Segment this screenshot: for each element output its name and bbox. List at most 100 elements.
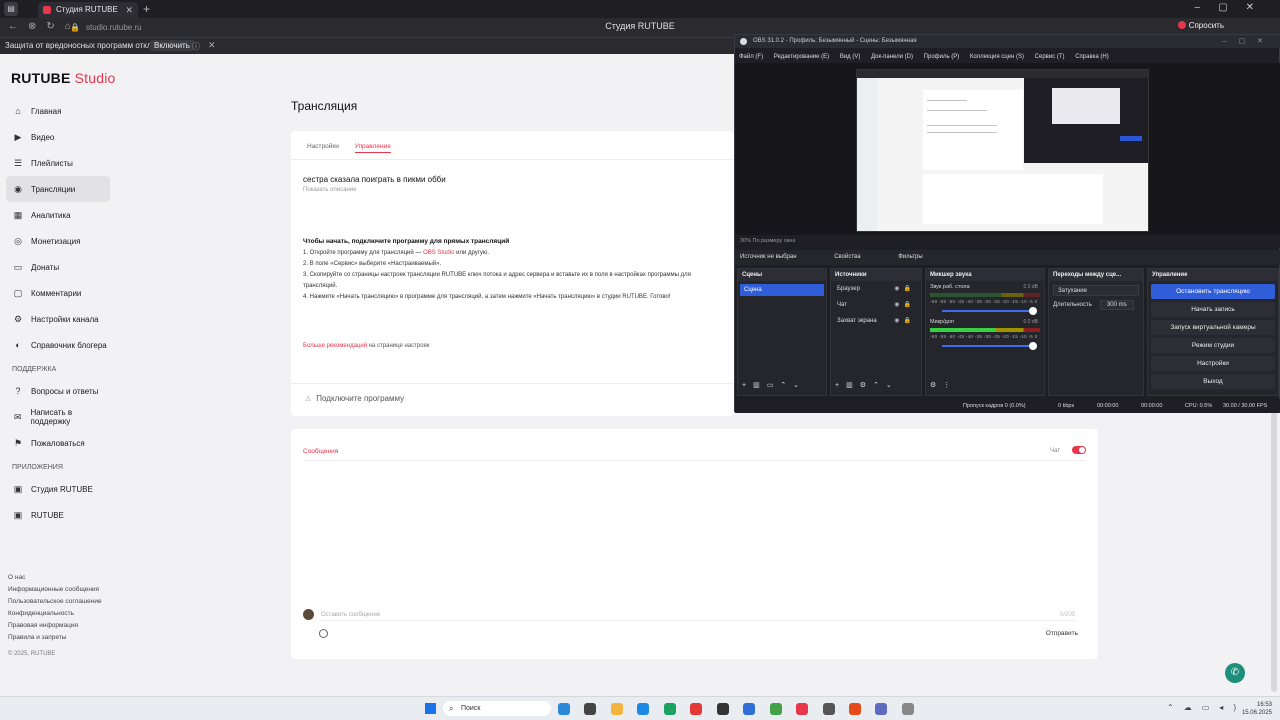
notice-enable-button[interactable]: Включить (150, 40, 194, 51)
emoji-icon[interactable] (319, 629, 328, 638)
sidebar-item-write-support[interactable]: ✉ Написать в поддержку (6, 404, 110, 430)
duration-input[interactable]: 300 ms (1099, 300, 1134, 310)
scenes-toolbar[interactable]: +▥▭⌃⌄ (742, 381, 806, 389)
app-icon[interactable] (848, 703, 861, 715)
app-icon[interactable] (743, 703, 756, 715)
meter-scale: -60 -55 -50 -45 -40 -35 -30 -25 -20 -15 … (930, 334, 1038, 339)
obs-preview-canvas[interactable] (856, 69, 1149, 232)
app-icon[interactable] (822, 703, 835, 715)
sidebar-item-video[interactable]: ▶ Видео (6, 124, 110, 150)
app-icon[interactable] (901, 703, 914, 715)
app-icon[interactable] (584, 703, 597, 715)
filters-button[interactable]: Фильтры (898, 254, 922, 260)
analytics-icon: ▦ (13, 210, 23, 220)
sidebar-item-broadcasts[interactable]: ◉ Трансляции (6, 176, 110, 202)
ask-button[interactable]: Спросить (1178, 21, 1224, 30)
show-description-link[interactable]: Показать описание (303, 187, 356, 193)
obs-menu-item[interactable]: Профиль (P) (924, 54, 960, 60)
sidebar-item-home[interactable]: ⌂ Главная (6, 98, 110, 124)
start-recording-button[interactable]: Начать запись (1151, 302, 1275, 317)
new-tab-icon[interactable]: + (143, 2, 150, 16)
more-recommendations: Больше рекомендаций на странице настроек (303, 343, 430, 349)
money-icon: ◎ (14, 236, 22, 246)
obs-menu-item[interactable]: Справка (H) (1075, 54, 1109, 60)
stream-title: сестра сказала поиграть в пикми обби (303, 175, 446, 184)
obs-window-controls[interactable]: –▢✕ (1223, 35, 1275, 48)
notice-close-icon[interactable]: ✕ (208, 40, 216, 51)
folder-icon[interactable] (610, 703, 623, 715)
source-item[interactable]: Чат ◉🔒 (831, 297, 921, 313)
browser-tab[interactable]: Студия RUTUBE ✕ (38, 2, 138, 18)
obs-menu-item[interactable]: Док-панели (D) (871, 54, 913, 60)
page-title: Трансляция (291, 99, 358, 113)
footer-link[interactable]: О нас (8, 572, 102, 584)
sidebar-item-studio-app[interactable]: ▣ Студия RUTUBE (6, 476, 110, 502)
source-item[interactable]: Захват экрана ◉🔒 (831, 313, 921, 329)
app-icon[interactable] (875, 703, 888, 715)
sidebar-item-report[interactable]: ⚑ Пожаловаться (6, 430, 110, 456)
source-item[interactable]: Браузер ◉🔒 (831, 281, 921, 297)
clock[interactable]: 16:53 15.06.2025 (1242, 701, 1272, 717)
app-icon[interactable] (690, 703, 703, 715)
footer-link[interactable]: Правила и запреты (8, 632, 102, 644)
visibility-icon: ◉🔒 (894, 318, 915, 324)
obs-menu-item[interactable]: Коллекция сцен (S) (970, 54, 1024, 60)
settings-button[interactable]: Настройки (1151, 356, 1275, 371)
scrollbar[interactable] (1271, 412, 1277, 692)
footer-link[interactable]: Конфиденциальность (8, 608, 102, 620)
properties-button[interactable]: Свойства (834, 254, 860, 260)
connect-program-text: Подключите программу (305, 394, 404, 403)
sidebar-item-faq[interactable]: ? Вопросы и ответы (6, 378, 110, 404)
studio-mode-button[interactable]: Режим студии (1151, 338, 1275, 353)
window-controls[interactable]: –▢✕ (1195, 2, 1272, 13)
windows-start-icon[interactable] (425, 703, 436, 714)
app-icon[interactable] (796, 703, 809, 715)
app-icon[interactable] (637, 703, 650, 715)
sidebar-item-monetization[interactable]: ◎ Монетизация (6, 228, 110, 254)
volume-slider[interactable] (942, 342, 1037, 350)
sources-toolbar[interactable]: +▥⚙⌃⌄ (835, 381, 899, 389)
app-icon[interactable] (769, 703, 782, 715)
logo[interactable]: RUTUBE Studio (11, 70, 116, 86)
obs-menu-item[interactable]: Вид (V) (840, 54, 861, 60)
footer-link[interactable]: Пользовательское соглашение (8, 596, 102, 608)
taskbar-search[interactable]: Поиск (443, 701, 551, 716)
browser-menu-icon[interactable]: ▤ (4, 2, 18, 16)
exit-button[interactable]: Выход (1151, 374, 1275, 389)
help-icon[interactable]: ⓘ (192, 41, 200, 52)
sidebar-item-comments[interactable]: ▢ Комментарии (6, 280, 110, 306)
obs-link[interactable]: OBS Studio (423, 250, 454, 256)
tray-icons[interactable]: ⌃☁▭◂) (1167, 703, 1246, 712)
sidebar-item-channel-settings[interactable]: ⚙ Настройки канала (6, 306, 110, 332)
mixer-toolbar[interactable]: ⚙⋮ (930, 381, 957, 389)
virtual-camera-button[interactable]: Запуск виртуальной камеры (1151, 320, 1275, 335)
app-icon[interactable] (558, 703, 570, 715)
obs-menu-item[interactable]: Файл (F) (739, 54, 763, 60)
sidebar-item-guide[interactable]: ◐ Справочник блогера (6, 332, 110, 358)
chat-support-icon[interactable]: ✆ (1225, 663, 1245, 683)
tab-control[interactable]: Управление (354, 143, 391, 153)
scene-item[interactable]: Сцена (740, 284, 824, 296)
rec-time: 00:00:00 (1141, 403, 1163, 409)
send-button[interactable]: Отправить (1046, 630, 1078, 637)
obs-menu-item[interactable]: Редактирование (E) (774, 54, 829, 60)
footer-link[interactable]: Правовая информация (8, 620, 102, 632)
tab-settings[interactable]: Настройки (307, 143, 339, 150)
app-icon[interactable] (663, 703, 676, 715)
obs-icon[interactable] (716, 703, 729, 715)
chat-input[interactable]: Оставить сообщение (321, 609, 1076, 621)
chat-toggle[interactable] (1072, 446, 1086, 454)
more-recommendations-link[interactable]: Больше рекомендаций (303, 343, 367, 349)
sidebar-item-donations[interactable]: ▭ Донаты (6, 254, 110, 280)
sidebar-item-rutube-app[interactable]: ▣ RUTUBE (6, 502, 110, 528)
sidebar-item-playlists[interactable]: ☰ Плейлисты (6, 150, 110, 176)
broadcast-icon: ◉ (14, 184, 22, 194)
taskbar: Поиск ⌃☁▭◂) 16:53 15.06.2025 (0, 696, 1280, 720)
volume-slider[interactable] (942, 307, 1037, 315)
sidebar-item-analytics[interactable]: ▦ Аналитика (6, 202, 110, 228)
footer-link[interactable]: Информационные сообщения (8, 584, 102, 596)
transition-select[interactable]: Затухание (1053, 285, 1139, 296)
obs-menu-item[interactable]: Сервис (T) (1035, 54, 1065, 60)
stop-stream-button[interactable]: Остановить трансляцию (1151, 284, 1275, 299)
tab-close-icon[interactable]: ✕ (125, 2, 133, 18)
